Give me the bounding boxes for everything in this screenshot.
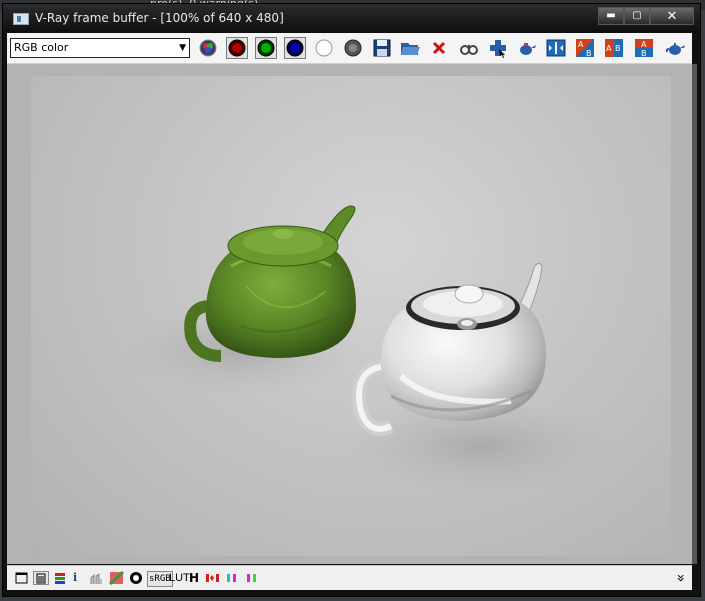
channel-select-value: RGB color: [14, 41, 69, 54]
ab-split-vertical-icon: A B: [605, 39, 623, 57]
floppy-disk-icon: [373, 39, 391, 57]
h-button[interactable]: H: [189, 571, 199, 585]
save-image-button[interactable]: [371, 37, 393, 59]
history-icon[interactable]: [33, 571, 49, 585]
info-button[interactable]: i: [73, 571, 77, 585]
white-circle-icon: [315, 39, 333, 57]
red-channel-icon: [228, 39, 246, 57]
chevron-down-icon: ▼: [179, 43, 186, 53]
compare-icon: [546, 39, 566, 57]
channel-select[interactable]: RGB color ▼: [10, 38, 190, 58]
binoculars-icon: [460, 45, 478, 55]
ab-split-horizontal-icon: A B: [635, 39, 653, 58]
green-channel-button[interactable]: [255, 37, 277, 59]
ab-a-label: A: [606, 44, 612, 53]
blue-channel-button[interactable]: [284, 37, 306, 59]
close-button[interactable]: ✕: [650, 7, 694, 25]
red-channel-button[interactable]: [226, 37, 248, 59]
maximize-button[interactable]: ▢: [624, 7, 650, 25]
exposure-icon[interactable]: [129, 571, 143, 585]
window-icon: [13, 13, 29, 25]
window-mode-icon[interactable]: [15, 571, 29, 585]
load-image-button[interactable]: [399, 37, 421, 59]
rendered-image: [31, 76, 671, 556]
alpha-channel-button[interactable]: [313, 37, 335, 59]
ab-top-bottom-button[interactable]: A B: [633, 37, 655, 59]
title-bar[interactable]: V-Ray frame buffer - [100% of 640 x 480]…: [3, 4, 700, 34]
blue-channel-icon: [286, 39, 304, 57]
ab-horizontal-button[interactable]: A B: [574, 37, 596, 59]
minimize-button[interactable]: ▬: [598, 7, 624, 25]
vertical-scrollbar[interactable]: [692, 64, 697, 564]
region-render-button[interactable]: [487, 37, 509, 59]
ab-vertical-button[interactable]: A B: [603, 37, 625, 59]
window-controls: ▬ ▢ ✕: [598, 7, 694, 25]
ab-split-diagonal-icon: A B: [576, 39, 594, 58]
chrome-teapot: [352, 262, 546, 436]
stereo-icon[interactable]: [225, 571, 239, 585]
levels-icon[interactable]: [89, 571, 105, 585]
ab-b-label: B: [586, 49, 592, 58]
monochrome-button[interactable]: [342, 37, 364, 59]
rgb-channels-icon: [199, 39, 217, 57]
curve-icon[interactable]: [109, 571, 125, 585]
gray-circle-icon: [344, 39, 362, 57]
render-last-button[interactable]: [516, 37, 538, 59]
red-x-icon: [432, 41, 446, 55]
toolbar: RGB color ▼ A B A B A B: [7, 33, 692, 64]
show-rgb-button[interactable]: [197, 37, 219, 59]
teapots-render: [121, 205, 621, 496]
track-mouse-button[interactable]: [458, 37, 480, 59]
ab-a-label: A: [641, 40, 647, 49]
ab-b-label: B: [641, 49, 647, 58]
link-to-vfb-button[interactable]: [545, 37, 567, 59]
expand-button[interactable]: »: [672, 574, 688, 583]
teapot-render-icon: [520, 43, 536, 55]
ab-b-label: B: [615, 44, 621, 53]
green-channel-icon: [257, 39, 275, 57]
teapot-icon: [665, 43, 685, 55]
green-teapot: [184, 205, 356, 362]
window-title: V-Ray frame buffer - [100% of 640 x 480]: [35, 11, 284, 25]
lut-button[interactable]: LUT: [169, 571, 190, 585]
status-bar: i sRGB LUT H »: [7, 565, 692, 590]
anaglyph-icon[interactable]: [245, 571, 259, 585]
flag-icon[interactable]: [205, 571, 221, 585]
color-correction-icon[interactable]: [53, 571, 67, 585]
clear-image-button[interactable]: [428, 37, 450, 59]
image-viewport[interactable]: [7, 64, 692, 564]
render-teapot-button[interactable]: [665, 37, 687, 59]
region-cross-icon: [490, 40, 506, 58]
open-folder-icon: [401, 43, 420, 55]
ab-a-label: A: [578, 40, 584, 49]
